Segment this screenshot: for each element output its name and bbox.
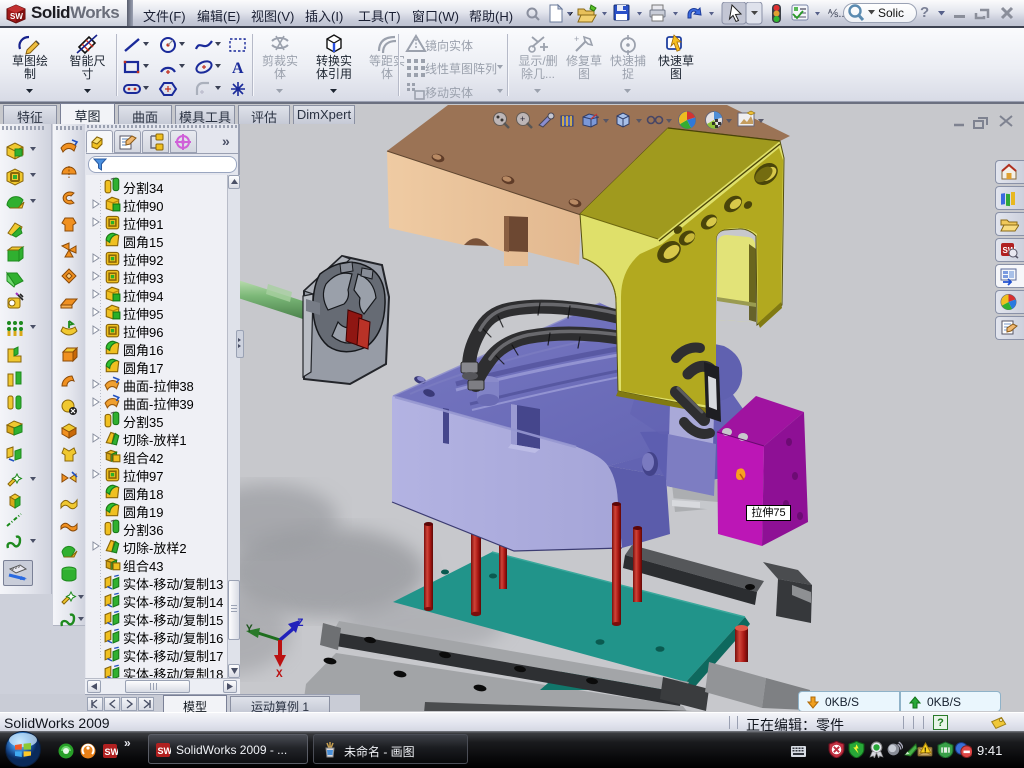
svg-text:X: X <box>276 669 283 681</box>
svg-text:⅍..: ⅍.. <box>827 8 844 20</box>
svg-text:SW: SW <box>10 12 23 21</box>
svg-text:Z: Z <box>297 618 304 630</box>
svg-text:SW: SW <box>105 747 119 757</box>
svg-text:+: + <box>574 34 579 44</box>
svg-text:A: A <box>232 60 244 76</box>
svg-text:Solic: Solic <box>878 6 904 20</box>
svg-text:Y: Y <box>246 624 253 636</box>
svg-text:+: + <box>520 114 525 124</box>
svg-text:!: ! <box>924 745 926 754</box>
svg-text:SW: SW <box>158 746 172 756</box>
